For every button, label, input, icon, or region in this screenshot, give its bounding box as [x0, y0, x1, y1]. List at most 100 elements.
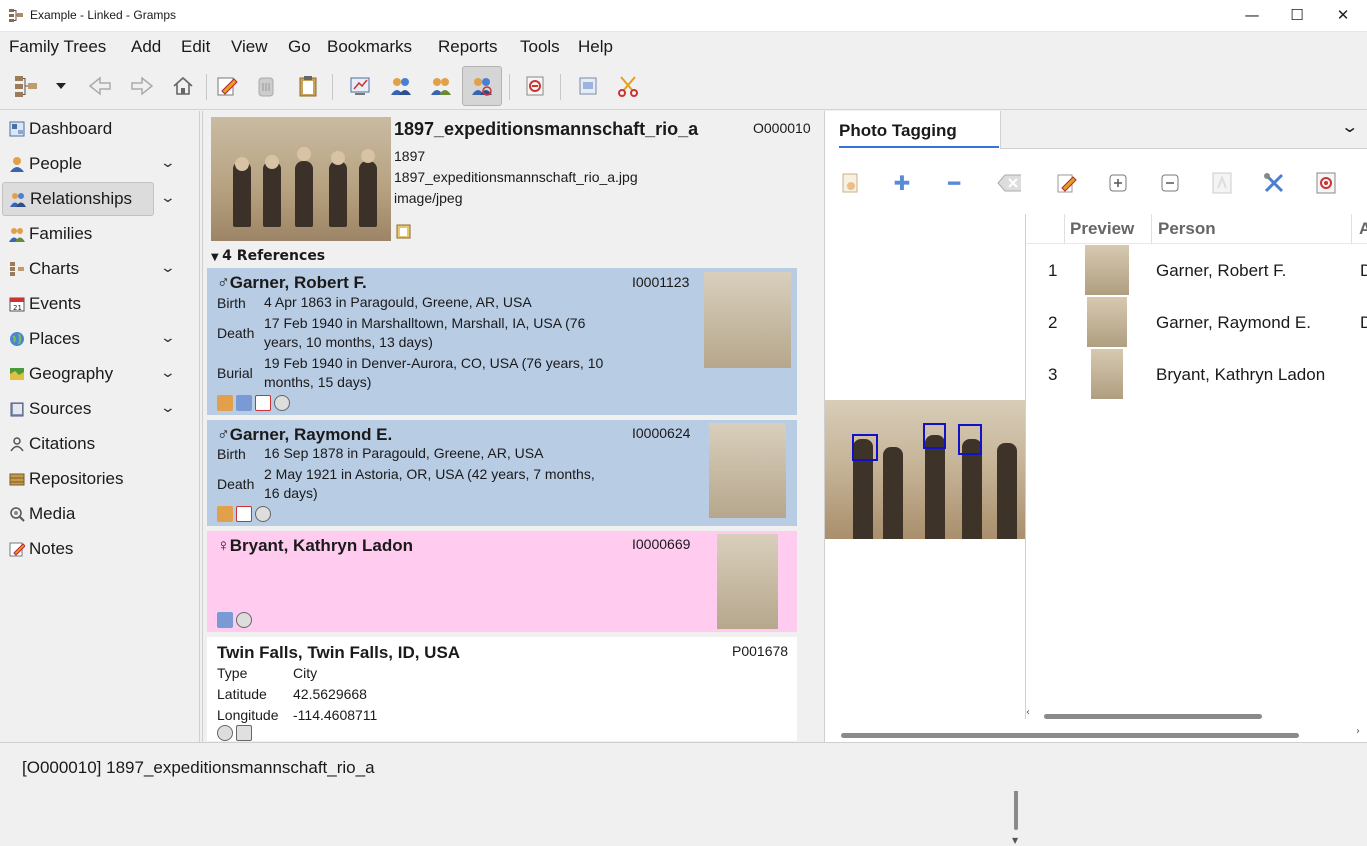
nav-places[interactable]: Places [2, 323, 154, 355]
menu-bookmarks[interactable]: Bookmarks [327, 37, 412, 57]
scrollbar-thumb[interactable] [1044, 714, 1262, 719]
add-region-button[interactable]: ✚ [890, 171, 914, 195]
tagging-photo-canvas[interactable] [825, 400, 1025, 539]
face-region-box[interactable] [958, 424, 982, 455]
tab-photo-tagging[interactable]: Photo Tagging [839, 121, 957, 141]
people-icon[interactable] [217, 612, 233, 628]
nav-relationships[interactable]: Relationships [2, 182, 154, 216]
nav-label-geography: Geography [29, 364, 114, 383]
female-symbol-icon: ♀ [217, 536, 230, 555]
column-header-person[interactable]: Person [1158, 219, 1216, 239]
clear-icon[interactable] [997, 171, 1021, 195]
nav-people[interactable]: People [2, 148, 154, 180]
calendar-icon[interactable] [255, 395, 271, 411]
column-header-preview[interactable]: Preview [1070, 219, 1134, 239]
reference-card-place[interactable]: Twin Falls, Twin Falls, ID, USA P001678 … [207, 637, 797, 741]
calendar-icon[interactable] [236, 506, 252, 522]
family-icon[interactable] [217, 506, 233, 522]
nav-media[interactable]: Media [2, 498, 154, 530]
settings-tools-icon[interactable] [1262, 171, 1286, 195]
people-icon[interactable] [236, 395, 252, 411]
longitude-value: -114.4608711 [293, 707, 378, 723]
chevron-down-icon[interactable]: ⌄ [160, 190, 176, 206]
reference-card-person[interactable]: ♀Bryant, Kathryn Ladon I0000669 [207, 531, 797, 632]
home-button[interactable] [165, 68, 201, 104]
chevron-down-icon[interactable]: ⌄ [1340, 117, 1359, 136]
clipboard-icon[interactable] [396, 223, 411, 243]
citation-icon[interactable] [236, 725, 252, 741]
help-icon[interactable] [1314, 171, 1338, 195]
menu-go[interactable]: Go [288, 37, 311, 57]
latitude-label: Latitude [217, 686, 267, 702]
nav-repositories[interactable]: Repositories [2, 463, 154, 495]
zoom-in-icon[interactable] [1106, 171, 1130, 195]
nav-families[interactable]: Families [2, 218, 154, 250]
chevron-down-icon[interactable]: ⌄ [160, 365, 176, 381]
zoom-out-icon[interactable] [1158, 171, 1182, 195]
scissors-icon [618, 76, 638, 97]
chevron-down-icon[interactable]: ⌄ [160, 330, 176, 346]
media-icon[interactable] [236, 612, 252, 628]
face-region-box[interactable] [923, 423, 946, 449]
nav-dashboard[interactable]: Dashboard [2, 113, 154, 145]
scroll-down-icon[interactable]: ▼ [1012, 836, 1018, 845]
scrollbar-thumb[interactable] [841, 733, 1299, 738]
media-icon[interactable] [255, 506, 271, 522]
column-header-truncated[interactable]: A [1359, 219, 1367, 239]
view-families-button[interactable] [423, 68, 459, 104]
edit-icon[interactable] [1055, 171, 1079, 195]
media-thumbnail[interactable] [211, 117, 391, 241]
view-pedigree-button[interactable] [342, 68, 378, 104]
nav-sources[interactable]: Sources [2, 393, 154, 425]
view-people-button[interactable] [383, 68, 419, 104]
reference-card-person[interactable]: ♂Garner, Robert F. I0001123 Birth 4 Apr … [207, 268, 797, 415]
nav-events[interactable]: 21 Events [2, 288, 154, 320]
menu-tools[interactable]: Tools [520, 37, 560, 57]
crop-button[interactable] [610, 68, 646, 104]
scroll-right-icon[interactable]: › [1356, 726, 1360, 737]
menu-family-trees[interactable]: Family Trees [9, 37, 106, 57]
reference-icons [217, 612, 252, 628]
nav-notes[interactable]: Notes [2, 533, 154, 565]
gramplet-hscrollbar[interactable]: › [831, 726, 1366, 739]
remove-button[interactable] [517, 68, 553, 104]
family-icon[interactable] [217, 395, 233, 411]
copy-button[interactable] [248, 68, 284, 104]
back-button[interactable] [82, 68, 118, 104]
maximize-button[interactable]: ☐ [1274, 0, 1320, 32]
chevron-down-icon[interactable]: ⌄ [160, 400, 176, 416]
edit-button[interactable] [209, 68, 245, 104]
open-media-button[interactable] [570, 68, 606, 104]
menu-add[interactable]: Add [131, 37, 161, 57]
media-icon[interactable] [274, 395, 290, 411]
view-relationships-button[interactable] [462, 66, 502, 106]
minimize-button[interactable]: — [1229, 0, 1275, 32]
select-person-icon[interactable] [839, 171, 863, 195]
detect-faces-icon[interactable] [1210, 171, 1234, 195]
menu-reports[interactable]: Reports [438, 37, 498, 57]
family-trees-dropdown[interactable] [46, 68, 76, 104]
nav-citations[interactable]: Citations [2, 428, 154, 460]
scroll-left-icon[interactable]: ‹ [1026, 707, 1030, 718]
family-trees-button[interactable] [8, 68, 44, 104]
remove-region-button[interactable]: ━ [942, 171, 966, 195]
dropdown-arrow-icon [56, 83, 66, 89]
nav-label-families: Families [29, 224, 93, 243]
reference-card-person[interactable]: ♂Garner, Raymond E. I0000624 Birth 16 Se… [207, 420, 797, 526]
forward-button[interactable] [124, 68, 160, 104]
nav-charts[interactable]: Charts [2, 253, 154, 285]
menu-view[interactable]: View [231, 37, 268, 57]
svg-text:21: 21 [13, 304, 22, 312]
close-button[interactable]: ✕ [1320, 0, 1366, 32]
media-icon[interactable] [217, 725, 233, 741]
chevron-down-icon[interactable]: ⌄ [160, 155, 176, 171]
menu-edit[interactable]: Edit [181, 37, 210, 57]
table-hscrollbar[interactable]: ‹ [1026, 707, 1365, 720]
person-portrait [717, 534, 778, 629]
face-region-box[interactable] [852, 434, 878, 461]
nav-geography[interactable]: Geography [2, 358, 154, 390]
references-expander[interactable]: ▼ 4 References [211, 248, 325, 264]
chevron-down-icon[interactable]: ⌄ [160, 260, 176, 276]
menu-help[interactable]: Help [578, 37, 613, 57]
paste-button[interactable] [290, 68, 326, 104]
